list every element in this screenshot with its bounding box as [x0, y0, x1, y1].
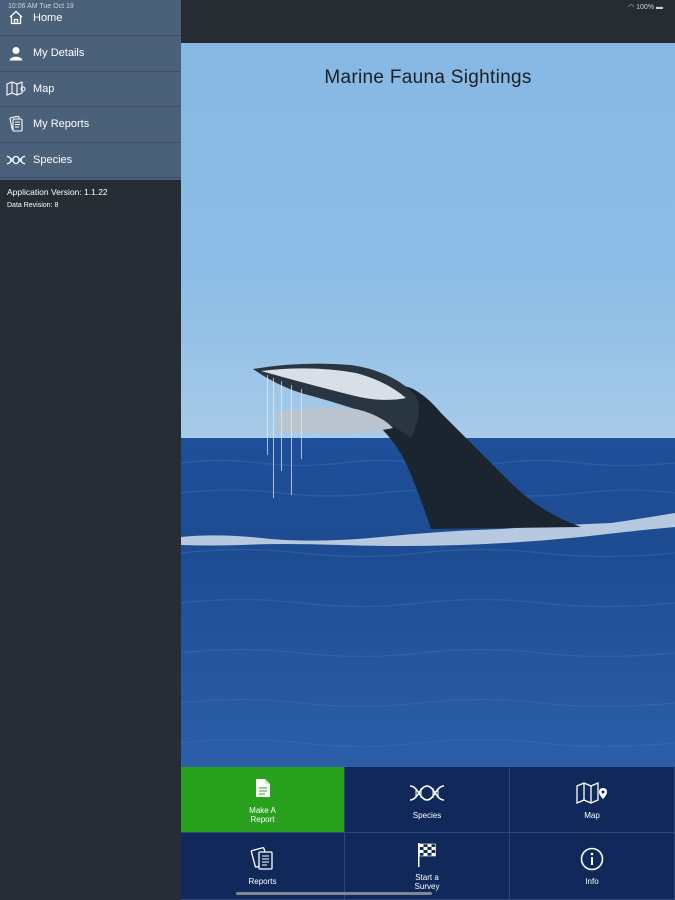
reports-icon: [6, 115, 26, 133]
info-button[interactable]: Info: [510, 833, 675, 900]
sidebar: Home My Details Map My Reports Species 1…: [0, 0, 181, 900]
reports-stack-icon: [250, 846, 276, 872]
reports-button[interactable]: Reports: [181, 833, 345, 900]
page-title: Marine Fauna Sightings: [324, 67, 532, 88]
make-report-button[interactable]: Make A Report: [181, 767, 345, 833]
dna-icon: [6, 151, 26, 169]
status-battery: ◠ 100% ▬: [628, 3, 663, 11]
species-button[interactable]: Species: [345, 767, 510, 833]
main-content: ◠ 100% ▬ Marine Fauna Sightings Make A R…: [181, 0, 675, 900]
version-info: Application Version: 1.1.22 Data Revisio…: [7, 186, 108, 212]
app-version: Application Version: 1.1.22: [7, 187, 108, 197]
tile-label-2: Survey: [414, 881, 440, 891]
tile-label: Info: [585, 877, 599, 886]
tile-label: Map: [584, 810, 600, 820]
sidebar-item-label: My Details: [33, 47, 85, 60]
sidebar-item-species[interactable]: Species: [0, 143, 181, 179]
sidebar-item-my-reports[interactable]: My Reports: [0, 107, 181, 143]
tile-label-2: Report: [250, 815, 275, 824]
map-icon: [6, 80, 26, 98]
data-revision: Data Revision: 8: [7, 202, 59, 209]
wifi-icon: ◠: [628, 4, 635, 11]
checkered-flag-icon: [416, 842, 438, 868]
whale-tail-photo: [181, 43, 675, 767]
info-icon: [580, 846, 604, 872]
battery-icon: ▬: [656, 4, 663, 11]
document-icon: [255, 775, 271, 801]
tile-label: Start a: [415, 872, 439, 882]
tile-label: Reports: [248, 877, 277, 886]
map-button[interactable]: Map: [510, 767, 675, 833]
home-icon: [6, 9, 26, 27]
top-bar: ◠ 100% ▬: [181, 0, 675, 43]
person-icon: [6, 44, 26, 62]
sidebar-item-label: Home: [33, 11, 63, 24]
tile-label: Species: [412, 810, 442, 820]
sidebar-item-label: My Reports: [33, 118, 90, 131]
app-window: Home My Details Map My Reports Species 1…: [0, 0, 675, 900]
action-grid: Make A Report Species Map Reports Start …: [181, 767, 675, 900]
start-survey-button[interactable]: Start a Survey: [345, 833, 510, 900]
hero-image: Marine Fauna Sightings: [181, 43, 675, 767]
battery-percent: 100%: [636, 4, 655, 11]
tile-label: Make A: [249, 806, 276, 815]
status-time-date: 10:06 AM Tue Oct 19: [8, 3, 74, 10]
sidebar-item-label: Map: [33, 82, 55, 95]
sidebar-item-map[interactable]: Map: [0, 72, 181, 108]
map-pin-icon: [576, 780, 608, 806]
sidebar-nav: Home My Details Map My Reports Species: [0, 0, 181, 180]
dna-icon: [408, 780, 446, 806]
sidebar-item-my-details[interactable]: My Details: [0, 36, 181, 72]
home-indicator[interactable]: [236, 892, 432, 895]
sidebar-item-label: Species: [33, 154, 73, 167]
